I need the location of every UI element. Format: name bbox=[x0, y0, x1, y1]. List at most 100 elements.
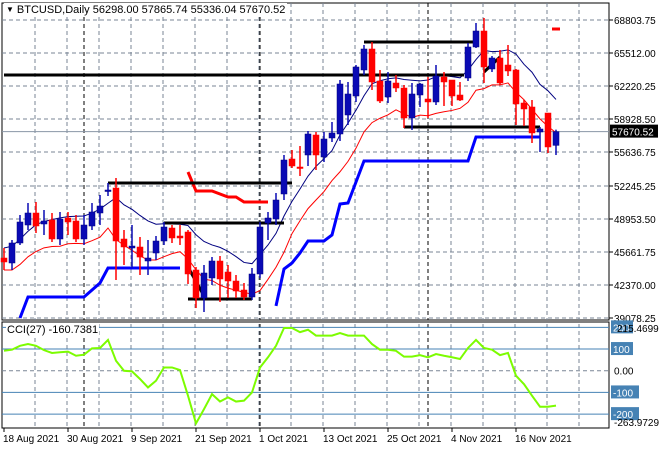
candle-body bbox=[72, 220, 80, 240]
candle-body bbox=[352, 66, 360, 97]
candle-body bbox=[136, 246, 144, 258]
candle-body bbox=[280, 159, 288, 195]
candle-body bbox=[112, 187, 120, 242]
candle-body bbox=[160, 226, 168, 242]
candle bbox=[256, 221, 264, 278]
symbol-label: BTCUSD,Daily bbox=[16, 4, 90, 16]
date-label: 21 Sep 2021 bbox=[195, 434, 252, 445]
candle-body bbox=[384, 80, 392, 98]
candle-body bbox=[496, 57, 504, 84]
cci-zero-label: 0.00 bbox=[614, 367, 634, 378]
candle-body bbox=[192, 269, 200, 299]
candle-body bbox=[416, 83, 424, 96]
candle-body bbox=[96, 205, 104, 214]
price-tick-label: 68803.75 bbox=[614, 16, 656, 27]
candle-body bbox=[0, 257, 8, 263]
candle-body bbox=[168, 227, 176, 239]
price-tick-label: 58928.50 bbox=[614, 115, 656, 126]
collapse-triangle-icon[interactable]: ▼ bbox=[6, 5, 14, 14]
candle-body bbox=[256, 226, 264, 275]
candle-body bbox=[432, 75, 440, 103]
candle-body bbox=[536, 128, 544, 133]
candle-body bbox=[288, 158, 296, 167]
date-label: 30 Aug 2021 bbox=[67, 434, 124, 445]
date-label: 18 Aug 2021 bbox=[3, 434, 60, 445]
candle-body bbox=[120, 238, 128, 248]
candle-body bbox=[48, 219, 56, 240]
cci-min-label: -263.9729 bbox=[614, 418, 659, 429]
cci-indicator-label: CCI(27) -160.7381 bbox=[6, 324, 100, 337]
price-tick-label: 62220.25 bbox=[614, 82, 656, 93]
candle-body bbox=[328, 132, 336, 139]
cci-panel-frame bbox=[1, 321, 610, 429]
ohlc-readout: 56298.00 57865.74 55336.04 57670.52 bbox=[92, 4, 286, 16]
candle-body bbox=[456, 94, 464, 101]
candle-body bbox=[448, 79, 456, 97]
candle-body bbox=[488, 57, 496, 70]
candle-body bbox=[472, 30, 480, 48]
candle-body bbox=[424, 98, 432, 103]
candle-body bbox=[520, 102, 528, 110]
candle-body bbox=[400, 87, 408, 119]
candle-body bbox=[232, 280, 240, 292]
candle-body bbox=[24, 212, 32, 226]
cci-level-label: 100 bbox=[613, 345, 630, 356]
date-label: 4 Nov 2021 bbox=[451, 434, 503, 445]
candle-body bbox=[184, 231, 192, 275]
candle-body bbox=[64, 217, 72, 223]
price-tick-label: 55636.75 bbox=[614, 148, 656, 159]
candle-body bbox=[296, 166, 304, 169]
candle-body bbox=[152, 240, 160, 254]
candle-body bbox=[376, 80, 384, 102]
candle-body bbox=[504, 64, 512, 72]
candle-body bbox=[208, 260, 216, 279]
candle-body bbox=[104, 189, 112, 192]
date-label: 16 Nov 2021 bbox=[515, 434, 572, 445]
date-label: 25 Oct 2021 bbox=[387, 434, 442, 445]
candle-body bbox=[224, 271, 232, 282]
candle-body bbox=[368, 48, 376, 83]
candle bbox=[544, 112, 552, 153]
chart-canvas[interactable]: 68803.75 65512.00 62220.25 58928.50 55636.75… bbox=[0, 0, 660, 450]
candle-body bbox=[200, 272, 208, 299]
candle-body bbox=[216, 260, 224, 280]
candle-body bbox=[32, 212, 40, 227]
candle-body bbox=[16, 221, 24, 244]
date-label: 9 Sep 2021 bbox=[131, 434, 183, 445]
candle-body bbox=[344, 93, 352, 116]
candle-body bbox=[552, 131, 560, 146]
candle-body bbox=[440, 76, 448, 83]
candle-body bbox=[144, 257, 152, 262]
candle-body bbox=[392, 82, 400, 89]
candle-body bbox=[128, 245, 136, 249]
candle-body bbox=[304, 133, 312, 156]
candle-body bbox=[264, 217, 272, 224]
candle-body bbox=[40, 220, 48, 225]
candle-body bbox=[480, 30, 488, 68]
price-tick-label: 48953.50 bbox=[614, 215, 656, 226]
candle bbox=[336, 79, 344, 141]
cci-level-label: -100 bbox=[613, 388, 633, 399]
chart-header: ▼ BTCUSD,Daily 56298.00 57865.74 55336.04… bbox=[4, 3, 288, 17]
cci-max-label: 215.4699 bbox=[617, 324, 659, 335]
date-label: 13 Oct 2021 bbox=[323, 434, 378, 445]
current-price-label: 57670.52 bbox=[612, 128, 654, 139]
candle-body bbox=[528, 106, 536, 134]
candle-body bbox=[56, 218, 64, 240]
candle-body bbox=[336, 83, 344, 135]
candle-body bbox=[408, 93, 416, 119]
price-tick-label: 45661.75 bbox=[614, 248, 656, 259]
candle-body bbox=[320, 138, 328, 158]
candle bbox=[280, 154, 288, 200]
candle-body bbox=[248, 273, 256, 298]
date-label: 1 Oct 2021 bbox=[259, 434, 308, 445]
candle-body bbox=[8, 242, 16, 264]
price-tick-label: 65512.00 bbox=[614, 49, 656, 60]
price-tick-label: 52245.25 bbox=[614, 182, 656, 193]
candle-body bbox=[176, 235, 184, 239]
candle-body bbox=[512, 69, 520, 105]
candle bbox=[464, 42, 472, 81]
candle-body bbox=[360, 48, 368, 71]
candle-body bbox=[240, 289, 248, 298]
main-panel-frame bbox=[1, 2, 610, 321]
